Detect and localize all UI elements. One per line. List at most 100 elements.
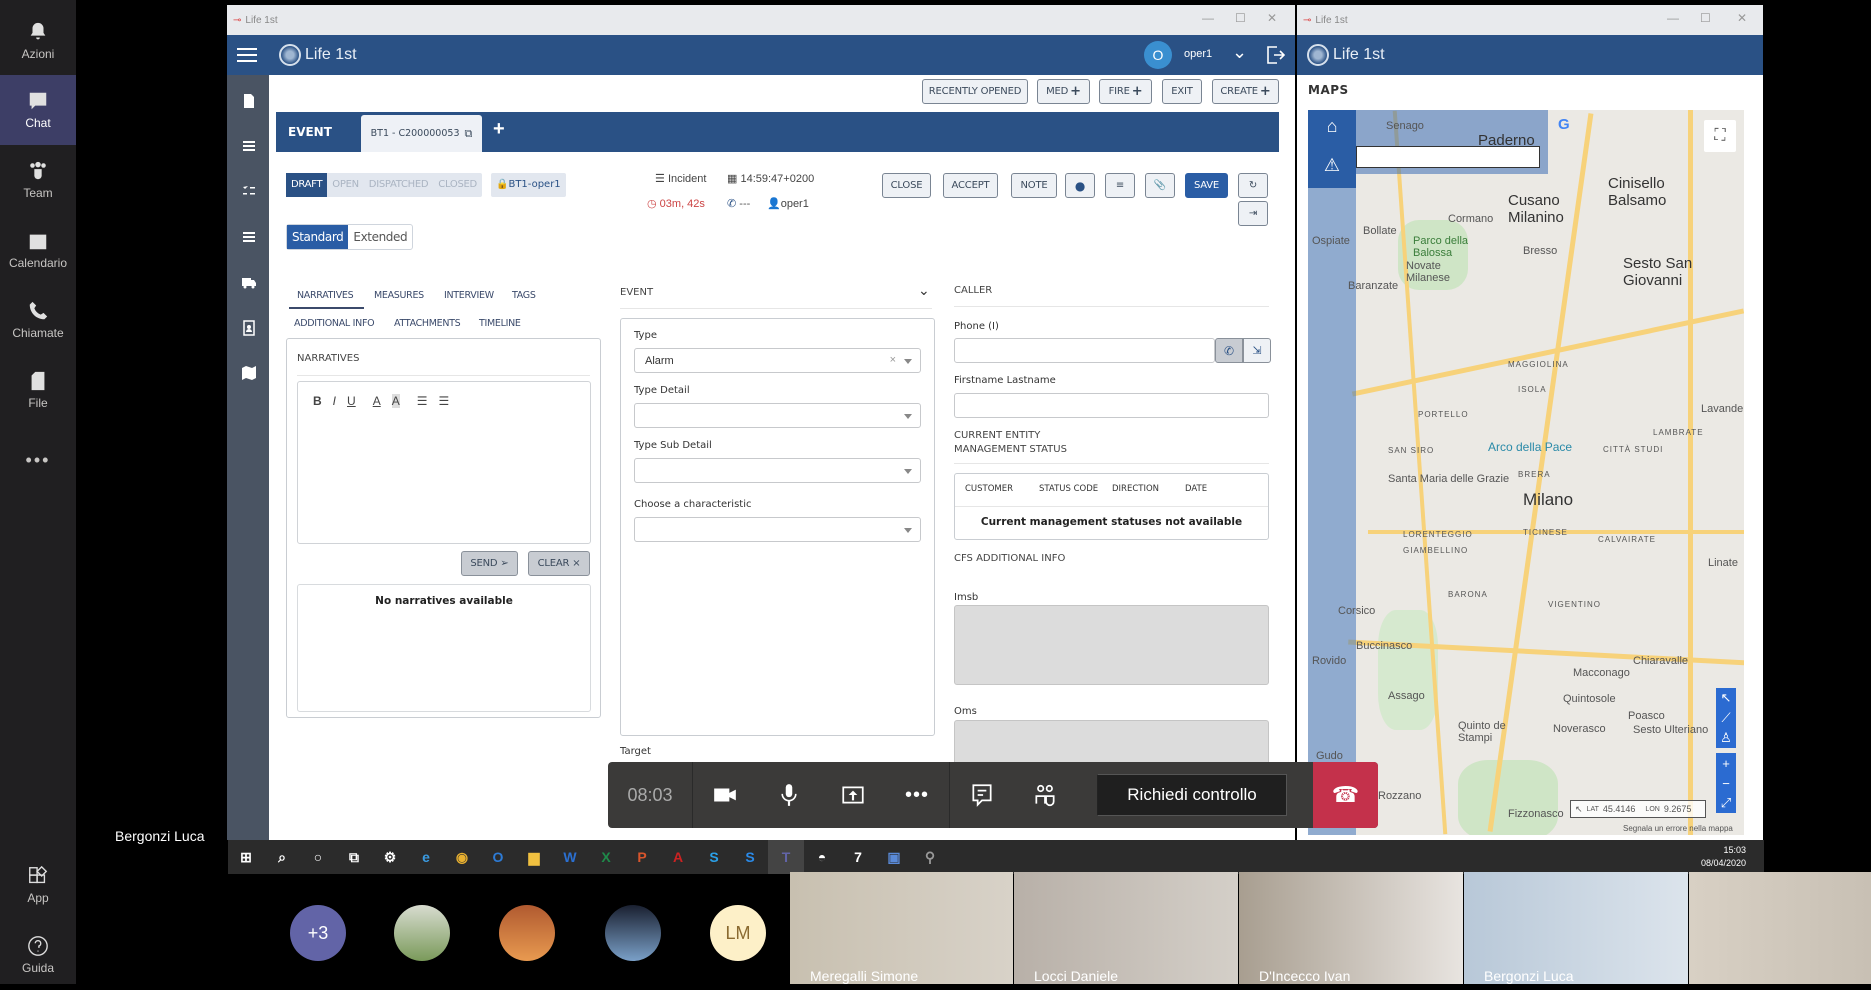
close-event-button[interactable]: CLOSE (882, 173, 931, 198)
tab-timeline[interactable]: TIMELINE (479, 318, 521, 329)
rail-more-button[interactable]: ••• (0, 425, 76, 495)
clear-button[interactable]: CLEAR × (528, 551, 590, 576)
map-draw-tool[interactable]: ⟋ (1716, 708, 1736, 728)
hang-up-button[interactable]: ☎ (1313, 762, 1378, 828)
bold-button[interactable]: B (313, 394, 322, 408)
attach-button[interactable]: 📎 (1145, 173, 1175, 198)
participant-avatar[interactable] (499, 905, 555, 961)
participants-button[interactable] (1013, 762, 1077, 828)
type-sub-detail-select[interactable] (634, 458, 921, 483)
microphone-button[interactable] (757, 762, 821, 828)
participant-avatar[interactable] (605, 905, 661, 961)
sidebar-item-ambulance[interactable] (241, 274, 257, 289)
chrome-icon[interactable]: ◉ (444, 840, 480, 874)
sidebar-item-contacts[interactable] (241, 320, 257, 336)
tab-attachments[interactable]: ATTACHMENTS (394, 318, 461, 329)
explorer-icon[interactable]: ▆ (516, 840, 552, 874)
maximize-button[interactable]: ☐ (1235, 11, 1246, 25)
med-create-button[interactable]: MED + (1037, 79, 1090, 104)
collapse-chevron-icon[interactable]: ⌄ (918, 282, 930, 299)
close-window-button[interactable]: ✕ (1267, 11, 1277, 25)
participants-overflow[interactable]: +3 (290, 905, 346, 961)
rail-item-azioni[interactable]: Azioni (0, 6, 76, 76)
report-map-error-link[interactable]: Segnala un errore nella mappa (1623, 824, 1733, 833)
minimize-button[interactable]: — (1667, 11, 1679, 25)
save-button[interactable]: SAVE (1185, 173, 1228, 198)
start-button[interactable]: ⊞ (228, 840, 264, 874)
clock[interactable]: 15:03 08/04/2020 (1701, 844, 1764, 870)
maximize-button[interactable]: ☐ (1700, 11, 1711, 25)
accept-button[interactable]: ACCEPT (943, 173, 998, 198)
participant-avatar[interactable] (394, 905, 450, 961)
add-tab-button[interactable]: + (493, 118, 505, 141)
camera-button[interactable] (693, 762, 757, 828)
double-chevron-down-icon[interactable]: ⌄ (1232, 42, 1247, 63)
map-search-input[interactable] (1356, 146, 1540, 168)
refresh-button[interactable]: ↻ (1238, 173, 1268, 198)
tab-tags[interactable]: TAGS (512, 290, 536, 301)
name-input[interactable] (954, 393, 1269, 418)
map-expand-button[interactable]: ⤢ (1716, 793, 1736, 813)
fire-create-button[interactable]: FIRE + (1099, 79, 1152, 104)
imsb-field[interactable] (954, 605, 1269, 685)
ordered-list-button[interactable]: ☰ (417, 394, 428, 408)
italic-button[interactable]: I (333, 394, 336, 408)
recently-opened-button[interactable]: RECENTLY OPENED (922, 79, 1028, 104)
7zip-icon[interactable]: 7 (840, 840, 876, 874)
outlook-icon[interactable]: O (480, 840, 516, 874)
map-select-tool[interactable]: ↖ (1716, 688, 1736, 708)
rail-item-files[interactable]: File (0, 355, 76, 425)
participant-initials-avatar[interactable]: LM (710, 905, 766, 961)
map-alert-button[interactable]: ⚠ (1308, 142, 1356, 188)
word-icon[interactable]: W (552, 840, 588, 874)
highlight-button[interactable]: A (391, 394, 400, 408)
acrobat-icon[interactable]: A (660, 840, 696, 874)
skype-icon[interactable]: S (696, 840, 732, 874)
excel-icon[interactable]: X (588, 840, 624, 874)
rail-item-team[interactable]: Team (0, 145, 76, 215)
powerpoint-icon[interactable]: P (624, 840, 660, 874)
rail-item-calendar[interactable]: Calendario (0, 215, 76, 285)
narrative-editor[interactable]: B I U A A ☰ ☰ (297, 381, 591, 544)
settings-icon[interactable]: ⚙ (372, 840, 408, 874)
zoom-in-button[interactable]: + (1716, 753, 1736, 773)
cortana-icon[interactable]: ○ (300, 840, 336, 874)
filter-button[interactable]: ≡ (1105, 173, 1135, 198)
history-button[interactable]: ● (1065, 173, 1095, 198)
teams-icon[interactable]: T (768, 840, 804, 874)
tab-narratives[interactable]: NARRATIVES (297, 290, 354, 301)
share-screen-button[interactable] (821, 762, 885, 828)
zoom-out-button[interactable]: − (1716, 773, 1736, 793)
sidebar-item-tasks[interactable] (241, 183, 257, 197)
type-detail-select[interactable] (634, 403, 921, 428)
view-standard[interactable]: Standard (287, 225, 349, 249)
tab-measures[interactable]: MEASURES (374, 290, 424, 301)
bullet-list-button[interactable]: ☰ (438, 394, 449, 408)
minimize-button[interactable]: — (1202, 11, 1214, 25)
search-icon[interactable]: ⌕ (264, 840, 300, 874)
sidebar-item-documents[interactable] (241, 93, 257, 108)
map-streetview-tool[interactable]: ♙ (1716, 728, 1736, 748)
skype-business-icon[interactable]: S (732, 840, 768, 874)
exit-button[interactable]: EXIT (1162, 79, 1202, 104)
user-avatar[interactable]: O (1144, 41, 1172, 69)
request-control-button[interactable]: Richiedi controllo (1097, 774, 1287, 816)
phone-input[interactable] (954, 338, 1215, 363)
rail-item-apps[interactable]: App (0, 850, 76, 920)
photos-icon[interactable]: ◓ (804, 840, 840, 874)
send-button[interactable]: SEND ➢ (461, 551, 518, 576)
rail-item-help[interactable]: Guida (0, 920, 76, 990)
fullscreen-button[interactable]: ⛶ (1704, 120, 1736, 152)
sidebar-item-list-2[interactable] (241, 229, 257, 243)
sidebar-item-list[interactable] (241, 138, 257, 152)
sign-out-event-button[interactable]: ⇥ (1238, 201, 1268, 226)
import-contact-button[interactable]: ⇲ (1243, 338, 1271, 363)
copy-icon[interactable]: ⧉ (465, 127, 473, 141)
type-select[interactable]: Alarm × (634, 348, 921, 373)
create-button[interactable]: CREATE + (1212, 79, 1279, 104)
underline-button[interactable]: U (347, 394, 356, 408)
rail-item-calls[interactable]: Chiamate (0, 285, 76, 355)
font-color-button[interactable]: A (373, 394, 381, 408)
close-window-button[interactable]: ✕ (1737, 11, 1747, 25)
task-view-icon[interactable]: ⧉ (336, 840, 372, 874)
